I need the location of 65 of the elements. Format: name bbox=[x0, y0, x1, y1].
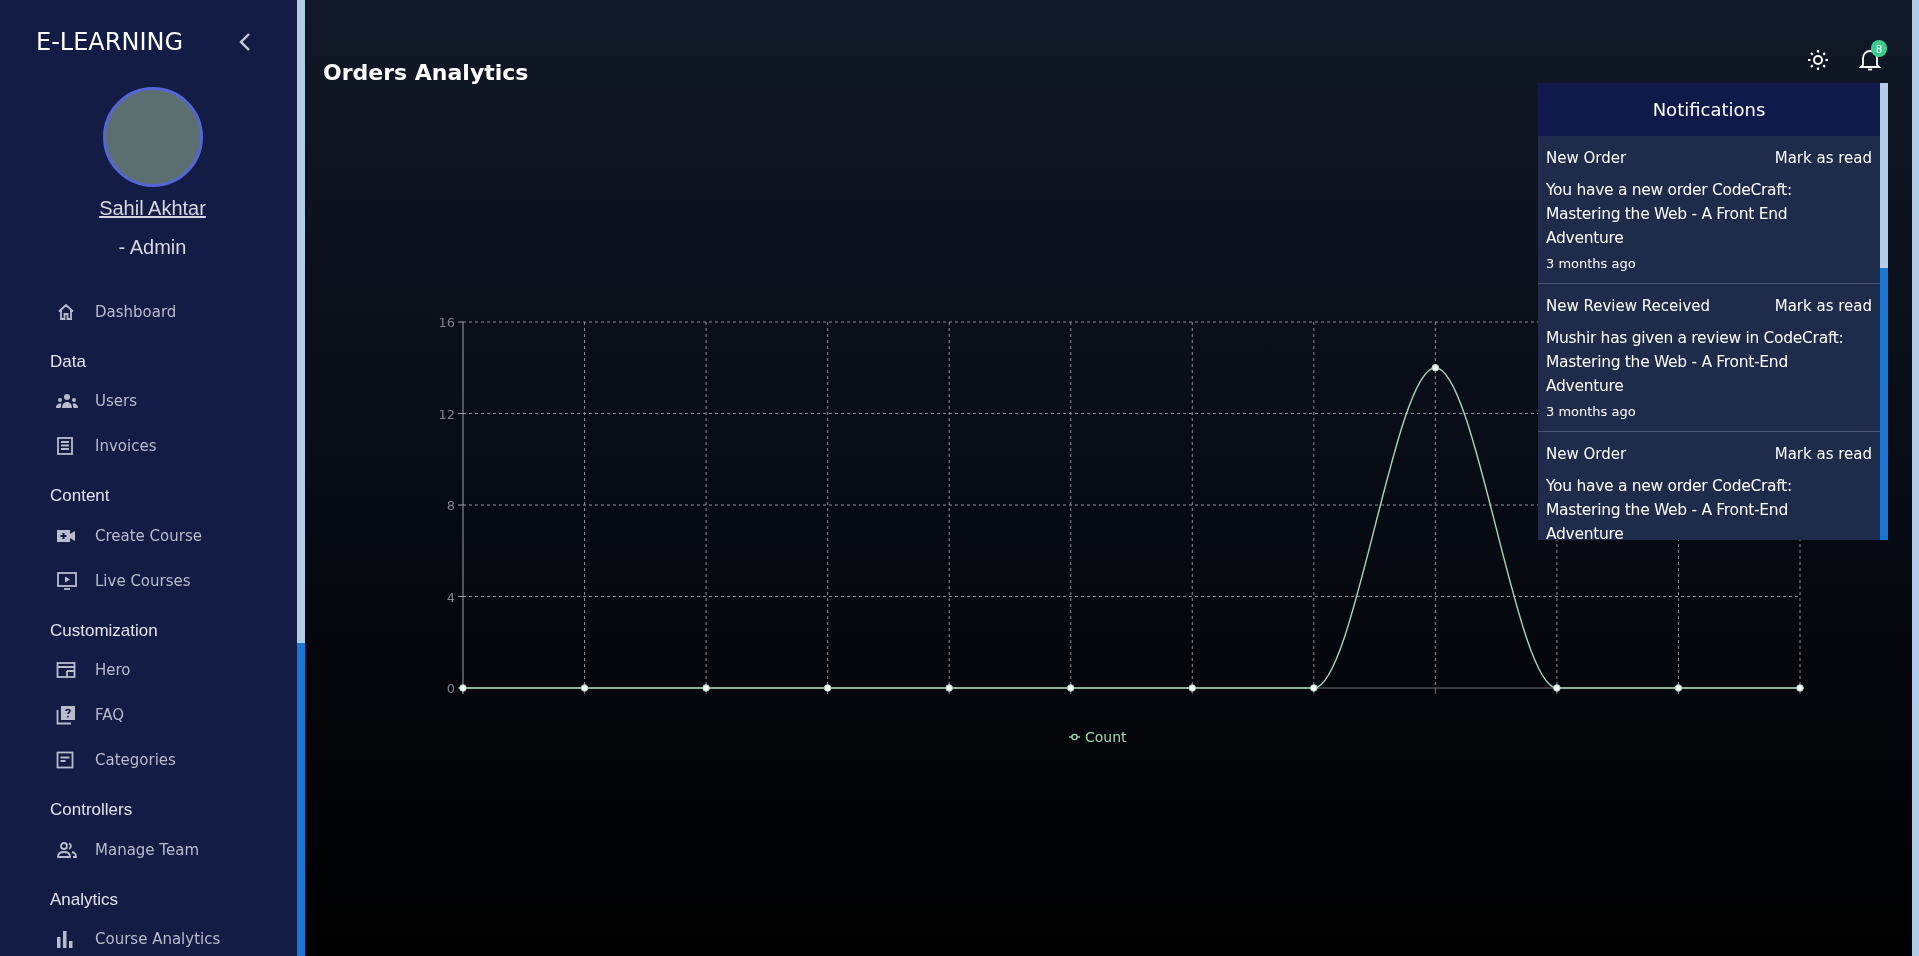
nav-item[interactable]: Categories bbox=[0, 737, 297, 783]
play-screen-icon bbox=[56, 570, 78, 591]
notification-message: You have a new order CodeCraft: Mastering the Web - A Front End Adventure bbox=[1546, 180, 1793, 249]
notification-title: New Order bbox=[1546, 149, 1627, 167]
legend-marker-icon bbox=[1068, 733, 1081, 741]
scrollbar[interactable] bbox=[297, 0, 305, 956]
app-logo-text: E-LEARNING bbox=[36, 28, 184, 56]
people-icon bbox=[56, 840, 78, 859]
data-point bbox=[1066, 684, 1075, 692]
nav-item[interactable]: FAQ bbox=[0, 692, 297, 738]
notification-time: 3 months ago bbox=[1546, 256, 1636, 271]
nav-item[interactable]: Users bbox=[0, 378, 297, 424]
user-name[interactable]: Sahil Akhtar bbox=[99, 196, 206, 220]
nav-section-heading: Controllers bbox=[50, 799, 133, 821]
nav-section-heading: Analytics bbox=[50, 888, 119, 911]
nav-item[interactable]: Live Courses bbox=[0, 558, 297, 603]
data-point bbox=[823, 684, 832, 692]
nav-item[interactable]: Hero bbox=[0, 647, 297, 693]
legend-label: Count bbox=[1085, 729, 1127, 745]
people-group-icon bbox=[56, 393, 78, 409]
data-point bbox=[1431, 363, 1440, 372]
data-point bbox=[945, 684, 953, 692]
nav-item[interactable]: Manage Team bbox=[0, 827, 297, 872]
y-tick-label: 16 bbox=[438, 315, 455, 330]
nav-section-heading: Data bbox=[50, 350, 86, 373]
data-point bbox=[1310, 684, 1318, 692]
page-title: Orders Analytics bbox=[323, 60, 529, 86]
window-layout-icon bbox=[56, 661, 76, 679]
nav-item[interactable]: Course Analytics bbox=[0, 916, 297, 956]
notification-message: Mushir has given a review in CodeCraft: Mastering the Web - A Front-End Adventure bbox=[1546, 328, 1845, 397]
user-role: - Admin bbox=[118, 235, 187, 259]
bar-chart-icon bbox=[56, 930, 74, 948]
notifications-title: Notifications bbox=[1652, 99, 1766, 120]
mark-as-read-link[interactable]: Mark as read bbox=[1774, 445, 1872, 463]
y-tick-label: 4 bbox=[446, 589, 455, 605]
notification-title: New Order bbox=[1546, 445, 1627, 463]
stacked-cards-icon bbox=[56, 705, 76, 725]
notification-count-badge: 8 bbox=[1871, 40, 1887, 57]
data-point bbox=[580, 684, 589, 692]
scrollbar[interactable] bbox=[1912, 0, 1919, 956]
data-point bbox=[1796, 684, 1804, 692]
y-tick-label: 8 bbox=[446, 498, 455, 513]
data-point bbox=[459, 684, 467, 692]
data-point bbox=[1553, 684, 1561, 692]
nav-item[interactable]: Create Course bbox=[0, 513, 297, 558]
scrollbar[interactable] bbox=[1880, 83, 1888, 540]
mark-as-read-link[interactable]: Mark as read bbox=[1774, 297, 1872, 315]
notification-time: 3 months ago bbox=[1546, 404, 1636, 419]
nav-section-heading: Customization bbox=[50, 619, 158, 642]
sun-icon[interactable] bbox=[1807, 49, 1829, 71]
y-tick-label: 0 bbox=[446, 681, 455, 696]
data-point bbox=[1188, 684, 1197, 692]
data-point bbox=[1674, 684, 1683, 692]
mark-as-read-link[interactable]: Mark as read bbox=[1774, 149, 1872, 167]
notification-title: New Review Received bbox=[1546, 297, 1711, 315]
notification-message: You have a new order CodeCraft: Mastering the Web - A Front-End Adventure bbox=[1546, 476, 1793, 540]
data-point bbox=[702, 684, 710, 692]
list-card-icon bbox=[56, 751, 74, 769]
y-tick-label: 12 bbox=[438, 406, 455, 422]
home-icon bbox=[56, 301, 76, 322]
nav-section-heading: Content bbox=[50, 485, 110, 507]
nav-item[interactable]: Dashboard bbox=[0, 289, 297, 334]
video-camera-plus-icon bbox=[56, 527, 76, 544]
document-lines-icon bbox=[56, 436, 74, 456]
nav-item[interactable]: Invoices bbox=[0, 423, 297, 469]
